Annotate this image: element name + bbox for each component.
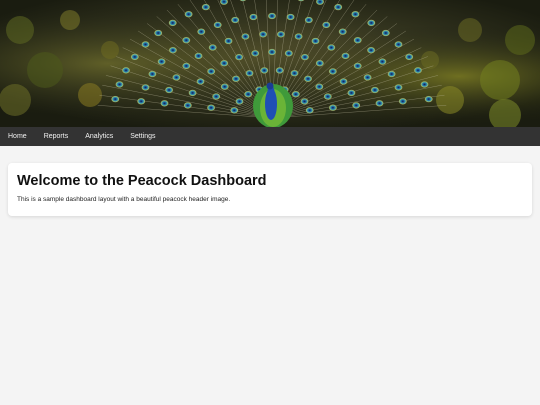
peacock-header-image: [0, 0, 540, 127]
nav-item-analytics[interactable]: Analytics: [85, 133, 113, 140]
page-description: This is a sample dashboard layout with a…: [17, 196, 231, 203]
peacock-illustration: [0, 0, 540, 127]
nav-item-reports[interactable]: Reports: [44, 133, 69, 140]
welcome-card: Welcome to the Peacock Dashboard This is…: [8, 163, 532, 216]
nav-item-home[interactable]: Home: [8, 133, 27, 140]
page-title: Welcome to the Peacock Dashboard: [17, 173, 267, 189]
top-navbar: Home Reports Analytics Settings: [0, 127, 540, 146]
nav-item-settings[interactable]: Settings: [130, 133, 155, 140]
main-content: Welcome to the Peacock Dashboard This is…: [0, 146, 540, 216]
